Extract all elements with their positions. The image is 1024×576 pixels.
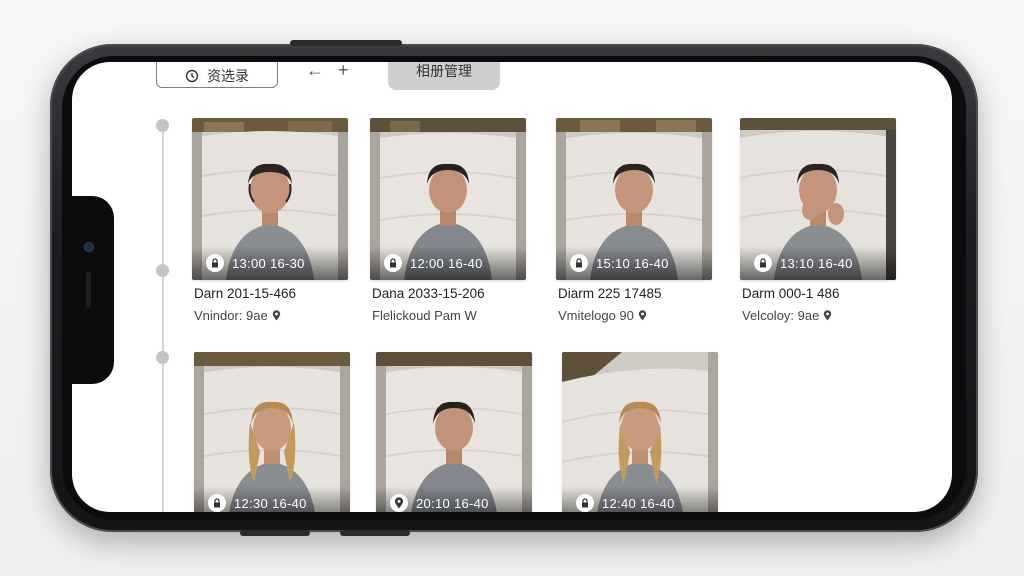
photo-meta-overlay: 15:10 16-40 bbox=[556, 246, 712, 280]
photo-time: 13:10 16-40 bbox=[780, 255, 853, 271]
photo-subtitle-text: Vnindor: 9ae bbox=[194, 308, 268, 323]
lock-icon bbox=[208, 494, 226, 512]
photo-subtitle: Vmitelogo 90 bbox=[558, 308, 647, 323]
add-icon[interactable]: + bbox=[338, 62, 349, 81]
location-icon bbox=[272, 310, 280, 321]
photo-meta-overlay: 12:40 16-40 bbox=[562, 486, 718, 512]
phone-volume-up-button bbox=[240, 530, 310, 536]
back-arrow-icon[interactable]: ← bbox=[306, 62, 324, 81]
lock-icon bbox=[754, 254, 772, 272]
photo-meta-overlay: 12:30 16-40 bbox=[194, 486, 350, 512]
phone-screen: 资选录 ← + 相册管理 13:00 16-30 Darn 201-15-466… bbox=[72, 62, 952, 512]
lock-icon bbox=[570, 254, 588, 272]
clock-icon bbox=[185, 69, 199, 83]
location-icon bbox=[390, 494, 408, 512]
select-button[interactable]: 资选录 bbox=[156, 62, 278, 88]
photo-time: 15:10 16-40 bbox=[596, 255, 669, 271]
photo-subtitle: Vnindor: 9ae bbox=[194, 308, 281, 323]
location-icon bbox=[824, 310, 832, 321]
photo-thumbnail[interactable]: 20:10 16-40 bbox=[376, 352, 532, 512]
photo-time: 12:00 16-40 bbox=[410, 255, 483, 271]
timeline-line bbox=[162, 124, 164, 512]
phone-volume-down-button bbox=[340, 530, 410, 536]
tab-album-management-label: 相册管理 bbox=[416, 63, 472, 79]
phone-side-button bbox=[290, 40, 402, 46]
tab-album-management[interactable]: 相册管理 bbox=[388, 62, 500, 90]
photo-time: 12:40 16-40 bbox=[602, 495, 675, 511]
lock-icon bbox=[576, 494, 594, 512]
timeline-dot bbox=[156, 351, 169, 364]
photo-meta-overlay: 13:00 16-30 bbox=[192, 246, 348, 280]
photo-time: 12:30 16-40 bbox=[234, 495, 307, 511]
photo-subtitle: Flelickoud Pam W bbox=[372, 308, 477, 323]
photo-time: 20:10 16-40 bbox=[416, 495, 489, 511]
photo-thumbnail[interactable]: 12:40 16-40 bbox=[562, 352, 718, 512]
photo-time: 13:00 16-30 bbox=[232, 255, 305, 271]
scene: 资选录 ← + 相册管理 13:00 16-30 Darn 201-15-466… bbox=[0, 0, 1024, 576]
lock-icon bbox=[206, 254, 224, 272]
phone-notch bbox=[72, 196, 114, 384]
photo-title: Dana 2033-15-206 bbox=[372, 286, 485, 301]
location-icon bbox=[638, 310, 647, 321]
photo-title: Diarm 225 17485 bbox=[558, 286, 662, 301]
photo-title: Darn 201-15-466 bbox=[194, 286, 297, 301]
photo-subtitle-text: Flelickoud Pam W bbox=[372, 308, 477, 323]
photo-thumbnail[interactable]: 12:00 16-40 bbox=[370, 118, 526, 280]
photo-thumbnail[interactable]: 15:10 16-40 bbox=[556, 118, 712, 280]
photo-meta-overlay: 13:10 16-40 bbox=[740, 246, 896, 280]
earpiece-speaker bbox=[86, 272, 91, 308]
photo-subtitle-text: Vmitelogo 90 bbox=[558, 308, 634, 323]
photo-thumbnail[interactable]: 12:30 16-40 bbox=[194, 352, 350, 512]
photo-meta-overlay: 20:10 16-40 bbox=[376, 486, 532, 512]
select-button-label: 资选录 bbox=[207, 68, 249, 84]
photo-subtitle: Velcoloy: 9ae bbox=[742, 308, 832, 323]
lock-icon bbox=[384, 254, 402, 272]
photo-title: Darm 000-1 486 bbox=[742, 286, 840, 301]
photo-thumbnail[interactable]: 13:10 16-40 bbox=[740, 118, 896, 280]
photo-thumbnail[interactable]: 13:00 16-30 bbox=[192, 118, 348, 280]
photo-subtitle-text: Velcoloy: 9ae bbox=[742, 308, 820, 323]
timeline-dot bbox=[156, 119, 169, 132]
photo-meta-overlay: 12:00 16-40 bbox=[370, 246, 526, 280]
timeline-dot bbox=[156, 264, 169, 277]
front-camera-icon bbox=[84, 242, 94, 252]
